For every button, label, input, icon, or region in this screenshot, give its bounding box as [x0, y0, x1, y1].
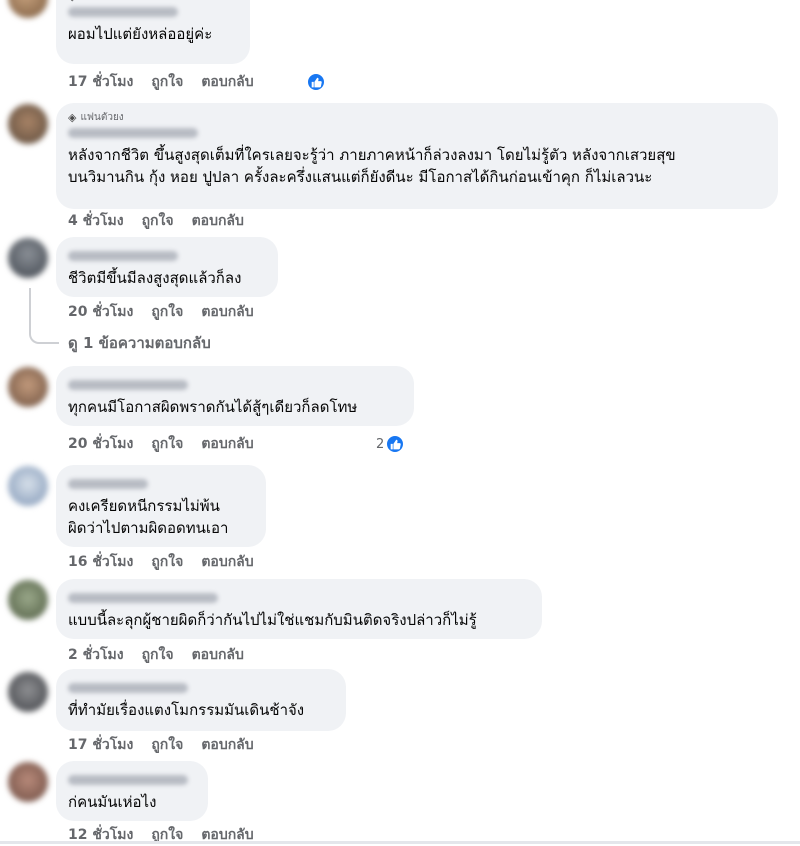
commenter-name[interactable]: [68, 128, 198, 138]
commenter-name[interactable]: [68, 683, 188, 693]
diamond-icon: ◈: [68, 111, 77, 124]
comment-time[interactable]: 17 ชั่วโมง: [68, 734, 133, 756]
reaction-count[interactable]: 2: [376, 433, 406, 455]
comment-text: ชีวิตมีขึ้นมีลงสูงสุดแล้วก็ลง: [68, 269, 242, 287]
like-button[interactable]: ถูกใจ: [151, 551, 183, 573]
avatar[interactable]: [8, 367, 48, 407]
like-button[interactable]: ถูกใจ: [142, 210, 174, 232]
avatar[interactable]: [8, 762, 48, 802]
commenter-name[interactable]: [68, 775, 188, 785]
comment-actions: 17 ชั่วโมง ถูกใจ ตอบกลับ: [68, 735, 254, 755]
reply-button[interactable]: ตอบกลับ: [192, 644, 244, 666]
reply-button[interactable]: ตอบกลับ: [201, 301, 253, 323]
reply-button[interactable]: ตอบกลับ: [192, 210, 244, 232]
comment-actions: 17 ชั่วโมง ถูกใจ ตอบกลับ: [68, 72, 254, 92]
comment-bubble: ที่ทำมัยเรื่องแตงโมกรรมมันเดินช้าจัง: [56, 669, 346, 731]
commenter-name[interactable]: [68, 380, 188, 390]
comment-time[interactable]: 20 ชั่วโมง: [68, 433, 133, 455]
like-button[interactable]: ถูกใจ: [151, 734, 183, 756]
comment-bubble: ◈ แฟนตัวยง หลังจากชีวิต ขึ้นสูงสุดเต็มที่…: [56, 103, 778, 209]
reply-button[interactable]: ตอบกลับ: [201, 433, 253, 455]
commenter-name[interactable]: [68, 251, 178, 261]
commenter-name[interactable]: [68, 593, 218, 603]
comment-bubble: คงเครียดหนีกรรมไม่พ้น ผิดว่าไปตามผิดอดทน…: [56, 465, 266, 547]
comment-time[interactable]: 20 ชั่วโมง: [68, 301, 133, 323]
comment-text: ที่ทำมัยเรื่องแตงโมกรรมมันเดินช้าจัง: [68, 701, 305, 719]
comment-actions: 20 ชั่วโมง ถูกใจ ตอบกลับ: [68, 302, 254, 322]
comment-bubble: ◈แฟนตัวยง ผอมไปแต่ยังหล่ออยู่ค่ะ: [56, 0, 250, 64]
like-reaction-icon: [385, 434, 406, 454]
comment-text: หลังจากชีวิต ขึ้นสูงสุดเต็มที่ใครเลยจะรู…: [68, 146, 676, 186]
avatar[interactable]: [8, 672, 48, 712]
fan-badge: ◈แฟนตัวยง: [68, 111, 124, 124]
like-button[interactable]: ถูกใจ: [151, 71, 183, 93]
comment-text: ผอมไปแต่ยังหล่ออยู่ค่ะ: [68, 25, 213, 43]
avatar[interactable]: [8, 238, 48, 278]
reply-button[interactable]: ตอบกลับ: [201, 71, 253, 93]
reaction-number: 2: [376, 436, 385, 452]
comment-actions: 16 ชั่วโมง ถูกใจ ตอบกลับ: [68, 552, 254, 572]
reaction-count[interactable]: [306, 71, 326, 93]
like-button[interactable]: ถูกใจ: [151, 301, 183, 323]
comment-bubble: ชีวิตมีขึ้นมีลงสูงสุดแล้วก็ลง: [56, 237, 278, 297]
avatar[interactable]: [8, 104, 48, 144]
comment-text: คงเครียดหนีกรรมไม่พ้น ผิดว่าไปตามผิดอดทน…: [68, 497, 229, 537]
avatar[interactable]: [8, 0, 48, 18]
comment-time[interactable]: 4 ชั่วโมง: [68, 210, 124, 232]
like-button[interactable]: ถูกใจ: [142, 644, 174, 666]
comment-bubble: ทุกคนมีโอกาสผิดพราดกันได้สู้ๆเดียวก็ลดโท…: [56, 366, 414, 426]
comment-bubble: แบบนี้ละลุกผู้ชายผิดก็ว่ากันไปไม่ใช่แชมก…: [56, 579, 542, 639]
comment-actions: 2 ชั่วโมง ถูกใจ ตอบกลับ: [68, 645, 244, 665]
fan-badge: ◈แฟนตัวยง: [68, 0, 238, 4]
comment-text: แบบนี้ละลุกผู้ชายผิดก็ว่ากันไปไม่ใช่แชมก…: [68, 611, 477, 629]
avatar[interactable]: [8, 580, 48, 620]
comment-time[interactable]: 16 ชั่วโมง: [68, 551, 133, 573]
like-button[interactable]: ถูกใจ: [151, 433, 183, 455]
avatar[interactable]: [8, 466, 48, 506]
commenter-name[interactable]: [68, 7, 178, 17]
reply-button[interactable]: ตอบกลับ: [201, 734, 253, 756]
comment-bubble: ก่คนมันเห่อไง: [56, 761, 208, 821]
comment-text: ทุกคนมีโอกาสผิดพราดกันได้สู้ๆเดียวก็ลดโท…: [68, 398, 358, 416]
diamond-icon: ◈: [68, 0, 76, 4]
like-reaction-icon: [306, 72, 326, 92]
comment-actions: 20 ชั่วโมง ถูกใจ ตอบกลับ: [68, 434, 254, 454]
comment-time[interactable]: 2 ชั่วโมง: [68, 644, 124, 666]
comment-time[interactable]: 17 ชั่วโมง: [68, 71, 133, 93]
reply-thread-line: [29, 288, 59, 344]
comment-text: ก่คนมันเห่อไง: [68, 793, 157, 811]
commenter-name[interactable]: [68, 479, 148, 489]
comment-actions: 4 ชั่วโมง ถูกใจ ตอบกลับ: [68, 211, 244, 231]
view-replies-link[interactable]: ดู 1 ข้อความตอบกลับ: [68, 331, 211, 355]
reply-button[interactable]: ตอบกลับ: [201, 551, 253, 573]
